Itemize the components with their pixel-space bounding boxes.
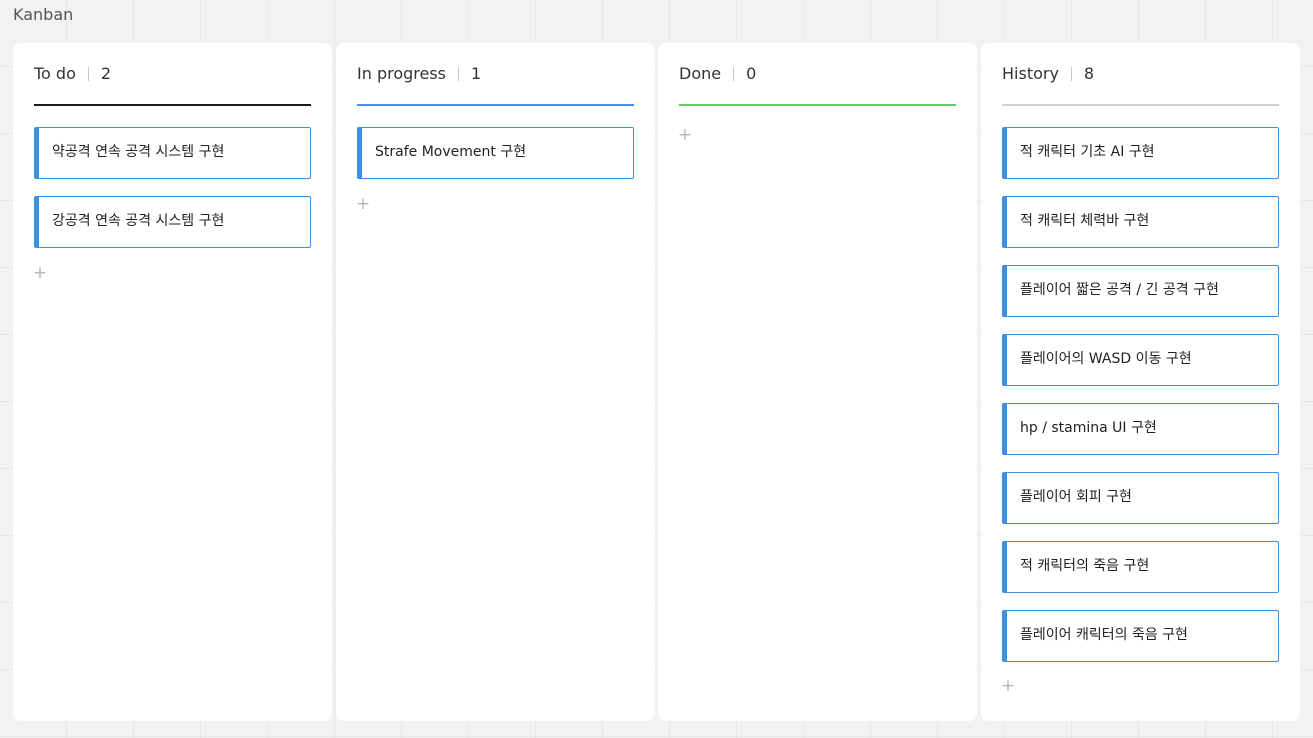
column-done: Done 0 + (658, 43, 977, 721)
header-divider (87, 67, 89, 81)
card-count: 2 (100, 64, 112, 83)
add-card-button[interactable]: + (355, 196, 371, 213)
header-divider (1070, 67, 1072, 81)
add-card-button[interactable]: + (1000, 678, 1016, 695)
column-header: To do 2 (34, 43, 311, 106)
column-in-progress: In progress 1 Strafe Movement 구현 + (336, 43, 655, 721)
card-list: 약공격 연속 공격 시스템 구현 강공격 연속 공격 시스템 구현 + (32, 127, 311, 282)
header-divider (733, 67, 735, 81)
column-history: History 8 적 캐릭터 기초 AI 구현 적 캐릭터 체력바 구현 플레… (981, 43, 1300, 721)
card[interactable]: 강공격 연속 공격 시스템 구현 (34, 196, 311, 248)
card-list: 적 캐릭터 기초 AI 구현 적 캐릭터 체력바 구현 플레이어 짧은 공격 /… (1000, 127, 1279, 695)
card[interactable]: 플레이어 짧은 공격 / 긴 공격 구현 (1002, 265, 1279, 317)
column-title: Done (679, 64, 722, 83)
card[interactable]: 적 캐릭터 체력바 구현 (1002, 196, 1279, 248)
card[interactable]: 적 캐릭터의 죽음 구현 (1002, 541, 1279, 593)
card-count: 1 (471, 64, 482, 83)
card[interactable]: 적 캐릭터 기초 AI 구현 (1002, 127, 1279, 179)
column-title: To do (34, 64, 76, 83)
header-divider (458, 67, 460, 81)
card-count: 8 (1083, 64, 1095, 83)
card[interactable]: hp / stamina UI 구현 (1002, 403, 1279, 455)
frame-title: Kanban (13, 5, 74, 24)
column-header: History 8 (1002, 43, 1279, 106)
card[interactable]: 약공격 연속 공격 시스템 구현 (34, 127, 311, 179)
card-list: Strafe Movement 구현 + (355, 127, 634, 213)
column-todo: To do 2 약공격 연속 공격 시스템 구현 강공격 연속 공격 시스템 구… (13, 43, 332, 721)
add-card-button[interactable]: + (677, 127, 693, 144)
column-header: In progress 1 (357, 43, 634, 106)
column-title: History (1002, 64, 1059, 83)
column-header: Done 0 (679, 43, 956, 106)
card[interactable]: 플레이어 회피 구현 (1002, 472, 1279, 524)
card-list: + (677, 127, 956, 144)
card-count: 0 (746, 64, 757, 83)
add-card-button[interactable]: + (32, 265, 48, 282)
card[interactable]: 플레이어의 WASD 이동 구현 (1002, 334, 1279, 386)
card[interactable]: Strafe Movement 구현 (357, 127, 634, 179)
column-title: In progress (357, 64, 447, 83)
card[interactable]: 플레이어 캐릭터의 죽음 구현 (1002, 610, 1279, 662)
